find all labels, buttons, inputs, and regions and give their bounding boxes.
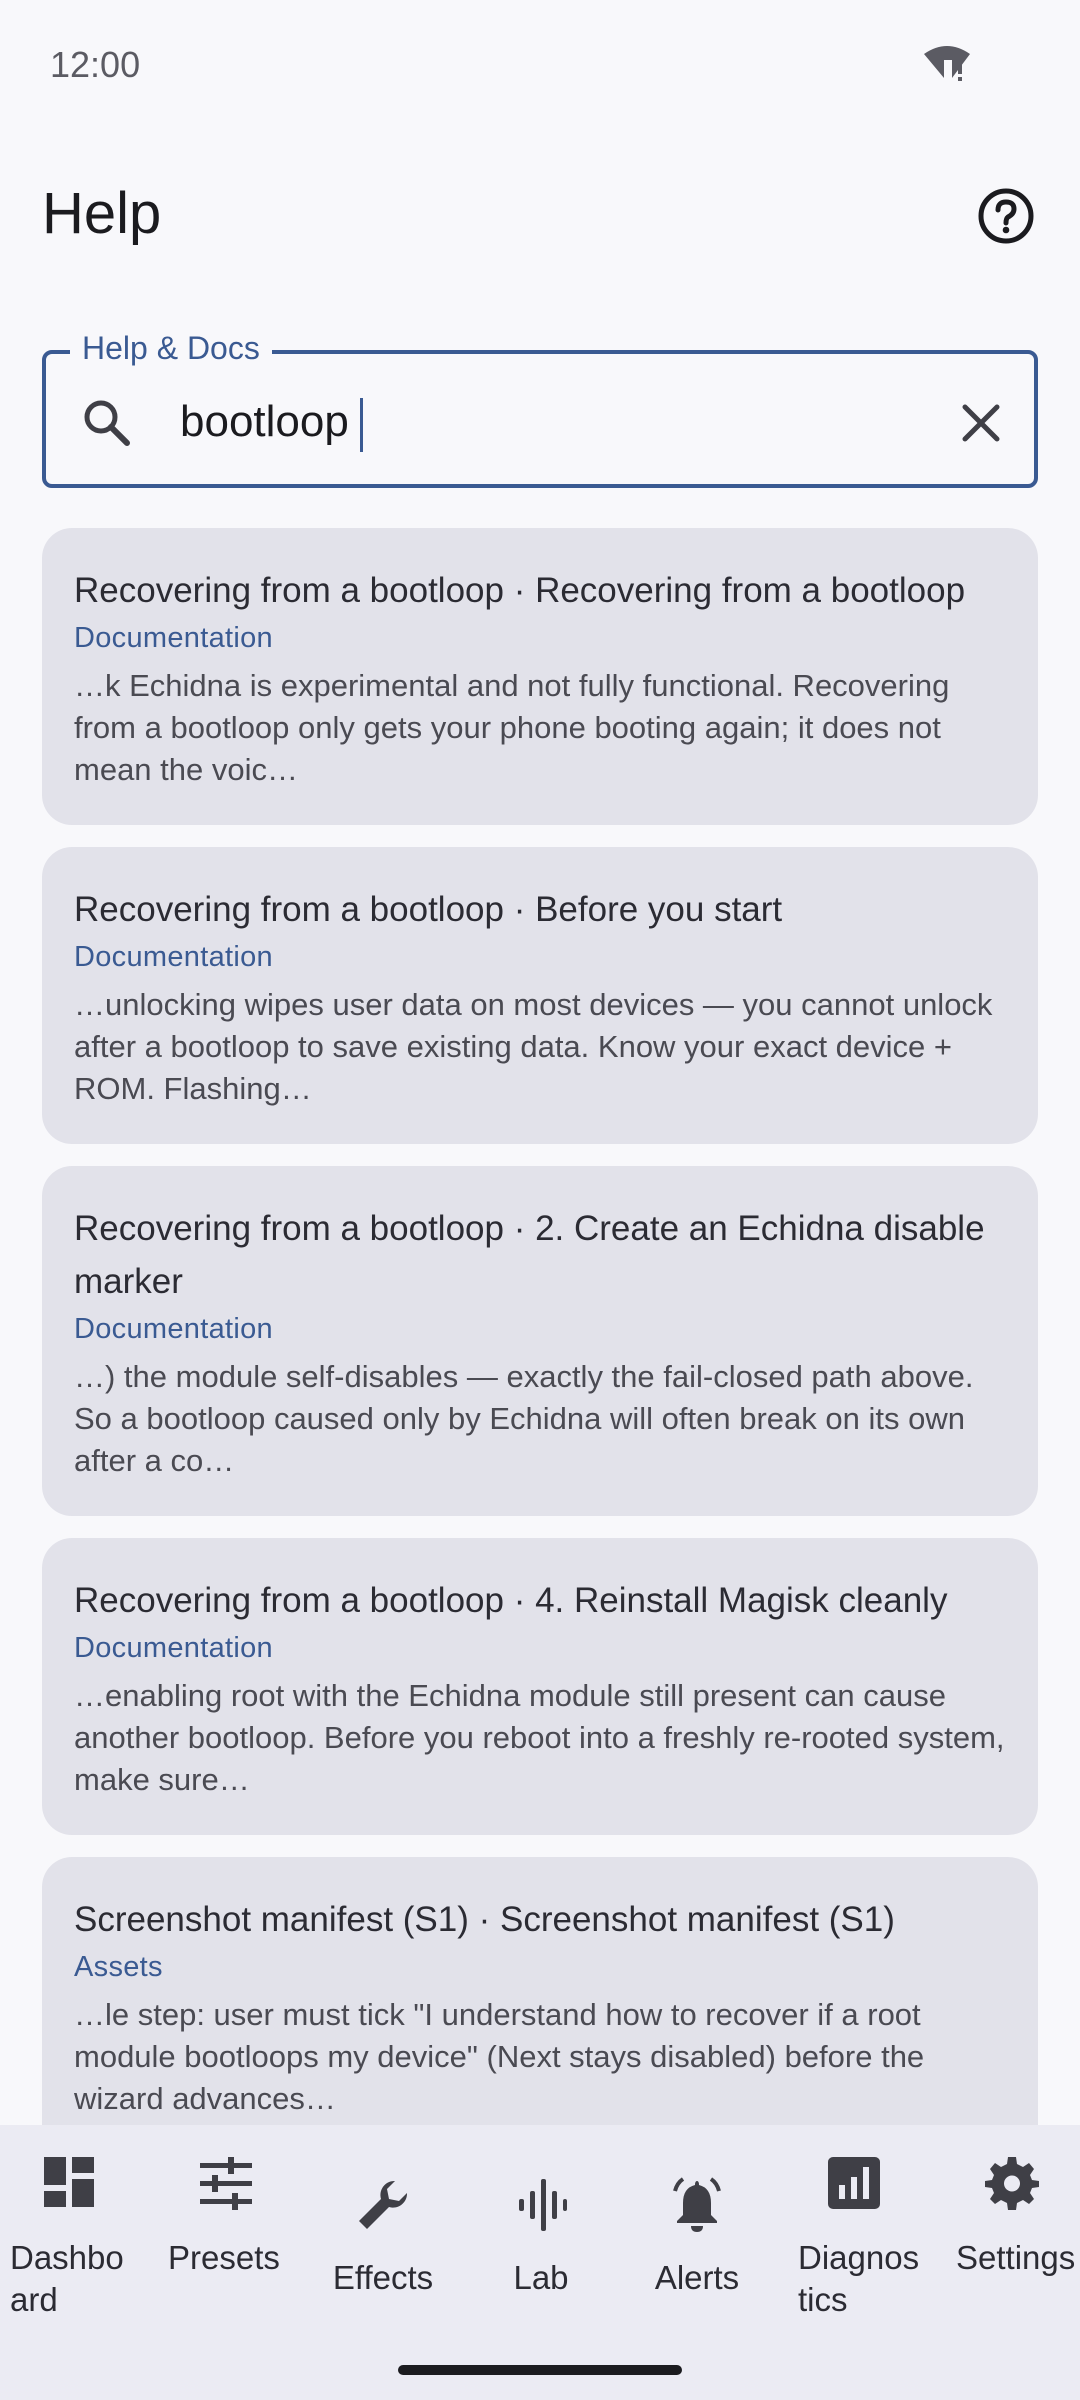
search-results: Recovering from a bootloop · Recovering … [42,528,1038,2176]
nav-label: Alerts [654,2259,740,2296]
status-time: 12:00 [50,44,141,85]
result-card[interactable]: Recovering from a bootloop · 4. Reinstal… [42,1538,1038,1835]
result-category: Documentation [74,1632,273,1664]
status-bar: 12:00 [0,0,1080,130]
result-card[interactable]: Screenshot manifest (S1) · Screenshot ma… [42,1857,1038,2154]
nav-item-alerts[interactable]: Alerts [622,2149,772,2349]
result-title: Recovering from a bootloop · 4. Reinstal… [74,1581,948,1620]
search-label: Help & Docs [70,330,272,366]
nav-item-dashboard[interactable]: Dashboard [0,2149,150,2349]
wifi-alert-icon [924,46,970,81]
nav-label: Dashboard [10,2239,124,2318]
nav-item-diagnostics[interactable]: Diagnostics [788,2149,938,2349]
result-card[interactable]: Recovering from a bootloop · Before you … [42,847,1038,1144]
help-button[interactable] [970,180,1042,252]
result-category: Documentation [74,1313,273,1345]
clear-search-button[interactable] [948,390,1014,456]
gear-icon [985,2157,1039,2210]
result-snippet: …enabling root with the Echidna module s… [74,1678,1005,1797]
search-icon [84,400,130,446]
nav-label: Presets [168,2239,280,2276]
nav-label: Diagnostics [798,2239,920,2318]
text-cursor [360,398,363,452]
result-title: Recovering from a bootloop · 2. Create a… [74,1209,985,1301]
result-title: Recovering from a bootloop · Before you … [74,890,783,929]
nav-item-effects[interactable]: Effects [308,2149,458,2349]
waveform-icon [519,2179,567,2231]
result-card[interactable]: Recovering from a bootloop · Recovering … [42,528,1038,825]
result-title: Recovering from a bootloop · Recovering … [74,571,966,610]
tune-icon [200,2157,252,2210]
nav-item-lab[interactable]: Lab [466,2149,616,2349]
result-title: Screenshot manifest (S1) · Screenshot ma… [74,1900,895,1939]
result-snippet: …k Echidna is experimental and not fully… [74,668,950,787]
nav-label: Lab [513,2259,569,2296]
search-input[interactable] [180,390,880,454]
bell-icon [673,2177,721,2232]
result-category: Assets [74,1951,163,1983]
search-field: Help & Docs [42,330,1038,496]
help-circle-icon [978,188,1034,244]
result-category: Documentation [74,941,273,973]
close-icon [962,404,1000,442]
page-title: Help [42,181,162,246]
home-indicator[interactable] [398,2365,682,2375]
dashboard-icon [44,2157,94,2207]
search-box[interactable] [42,350,1038,488]
nav-label: Effects [332,2259,434,2296]
nav-item-settings[interactable]: Settings [946,2149,1080,2349]
nav-item-presets[interactable]: Presets [158,2149,308,2349]
result-snippet: …unlocking wipes user data on most devic… [74,987,993,1106]
result-snippet: …le step: user must tick "I understand h… [74,1997,925,2116]
result-card[interactable]: Recovering from a bootloop · 2. Create a… [42,1166,1038,1516]
chart-icon [828,2157,880,2209]
wrench-icon [359,2180,408,2229]
nav-label: Settings [956,2239,1076,2276]
bottom-navigation: Dashboard Presets Effects Lab Alerts Dia… [0,2125,1080,2400]
result-snippet: …) the module self-disables — exactly th… [74,1359,974,1478]
app-bar: Help [0,150,1080,270]
result-category: Documentation [74,622,273,654]
